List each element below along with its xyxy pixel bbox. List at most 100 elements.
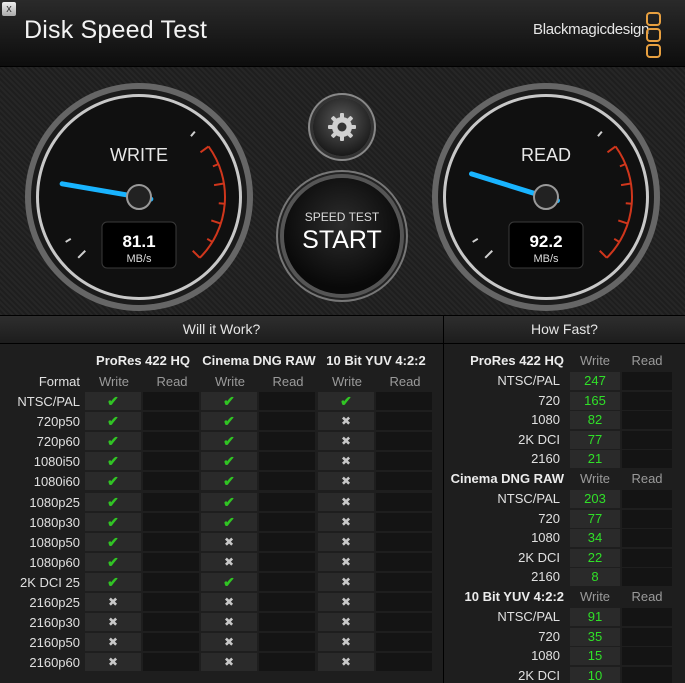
- format-row-label: 2160p25: [29, 595, 80, 610]
- read-fps-cell: [622, 450, 672, 469]
- cross-icon: ✖: [107, 635, 119, 649]
- will-it-work-panel: Will it Work? ProRes 422 HQ Write Read Cine…: [0, 316, 443, 683]
- cross-icon: ✖: [223, 655, 235, 669]
- start-button-label: START: [302, 226, 382, 254]
- write-fps-value: 165: [584, 392, 606, 408]
- how-fast-row-label: 720: [538, 510, 560, 526]
- how-fast-row-label: 2K DCI: [518, 667, 560, 683]
- read-fps-cell: [622, 372, 672, 390]
- result-cell: [259, 412, 315, 430]
- read-gauge-label: READ: [521, 145, 571, 165]
- write-fps-value: 35: [587, 628, 603, 644]
- result-cell: [376, 493, 432, 511]
- read-fps-cell: [622, 666, 672, 683]
- result-cell: [376, 392, 432, 410]
- write-fps-value: 77: [587, 431, 603, 447]
- format-row-label: 720p60: [36, 434, 80, 449]
- close-button[interactable]: x: [2, 2, 16, 16]
- read-fps-cell: [622, 608, 672, 626]
- column-header-write: Write: [331, 374, 363, 389]
- column-header-read: Read: [631, 353, 663, 368]
- check-icon: ✔: [223, 574, 235, 590]
- check-icon: ✔: [107, 534, 119, 550]
- result-cell: [376, 653, 432, 671]
- result-cell: [259, 392, 315, 410]
- result-cell: [259, 613, 315, 631]
- write-fps-value: 10: [587, 667, 603, 683]
- how-fast-row-label: NTSC/PAL: [497, 491, 560, 506]
- write-gauge-label: WRITE: [110, 145, 168, 165]
- read-fps-cell: [622, 568, 672, 587]
- result-cell: [376, 513, 432, 531]
- format-row-label: 2160p30: [29, 615, 80, 630]
- how-fast-row-label: NTSC/PAL: [497, 373, 560, 388]
- group-header: 10 Bit YUV 4:2:2: [326, 353, 426, 368]
- cross-icon: ✖: [340, 655, 352, 669]
- result-cell: [259, 653, 315, 671]
- check-icon: ✔: [223, 393, 235, 409]
- write-fps-value: 91: [587, 609, 603, 624]
- result-cell: [259, 593, 315, 611]
- column-header-write: Write: [98, 374, 130, 389]
- result-cell: [143, 553, 199, 571]
- result-cell: [143, 653, 199, 671]
- cross-icon: ✖: [340, 474, 352, 488]
- write-fps-value: 21: [587, 451, 603, 467]
- read-fps-cell: [622, 490, 672, 508]
- how-fast-row-label: 720: [538, 392, 560, 408]
- result-cell: [259, 553, 315, 571]
- cross-icon: ✖: [223, 615, 235, 629]
- check-icon: ✔: [223, 453, 235, 469]
- result-cell: [376, 553, 432, 571]
- how-fast-row-label: 1080: [531, 412, 560, 428]
- how-fast-row-label: 1080: [531, 648, 560, 664]
- result-cell: [259, 633, 315, 651]
- result-cell: [143, 493, 199, 511]
- result-cell: [143, 392, 199, 410]
- check-icon: ✔: [223, 433, 235, 449]
- write-fps-value: 8: [591, 569, 599, 585]
- result-cell: [143, 593, 199, 611]
- result-cell: [143, 452, 199, 470]
- cross-icon: ✖: [340, 635, 352, 649]
- format-column-header: Format: [38, 374, 80, 389]
- app-title: Disk Speed Test: [24, 16, 208, 44]
- result-cell: [376, 533, 432, 551]
- check-icon: ✔: [223, 494, 235, 510]
- write-fps-value: 34: [587, 530, 603, 546]
- result-cell: [259, 452, 315, 470]
- column-header-read: Read: [631, 471, 663, 486]
- read-fps-cell: [622, 411, 672, 430]
- cross-icon: ✖: [107, 595, 119, 609]
- cross-icon: ✖: [340, 515, 352, 529]
- settings-button[interactable]: [313, 98, 371, 156]
- how-fast-panel: How Fast? ProRes 422 HQ Write Read NTSC/PAL…: [444, 316, 685, 683]
- result-cell: [376, 412, 432, 430]
- write-gauge-value: 81.1: [122, 232, 155, 251]
- start-button[interactable]: SPEED TEST START: [284, 178, 400, 294]
- cross-icon: ✖: [340, 495, 352, 509]
- format-row-label: 2160p60: [29, 655, 80, 670]
- format-row-label: 1080i60: [33, 474, 80, 489]
- group-header: Cinema DNG RAW: [202, 353, 316, 368]
- result-cell: [259, 573, 315, 591]
- read-gauge: READ 92.2 MB/s: [432, 83, 660, 311]
- format-row-label: 1080p50: [29, 535, 80, 550]
- how-fast-title: How Fast?: [444, 316, 685, 344]
- result-cell: [376, 452, 432, 470]
- title-bar: x Disk Speed Test Blackmagicdesign: [0, 0, 685, 67]
- column-header-read: Read: [156, 374, 188, 389]
- result-cell: [376, 613, 432, 631]
- check-icon: ✔: [223, 413, 235, 429]
- blackmagic-logo-icon: [646, 12, 661, 60]
- app-window: x Disk Speed Test Blackmagicdesign WRITE…: [0, 0, 685, 683]
- start-button-subtitle: SPEED TEST: [304, 210, 380, 224]
- check-icon: ✔: [107, 554, 119, 570]
- gear-icon: [328, 113, 356, 141]
- write-gauge-unit: MB/s: [126, 253, 152, 265]
- format-row-label: 2K DCI 25: [20, 575, 80, 590]
- result-cell: [376, 573, 432, 591]
- format-row-label: 1080i50: [33, 454, 80, 469]
- result-cell: [376, 472, 432, 490]
- write-fps-value: 203: [584, 491, 606, 506]
